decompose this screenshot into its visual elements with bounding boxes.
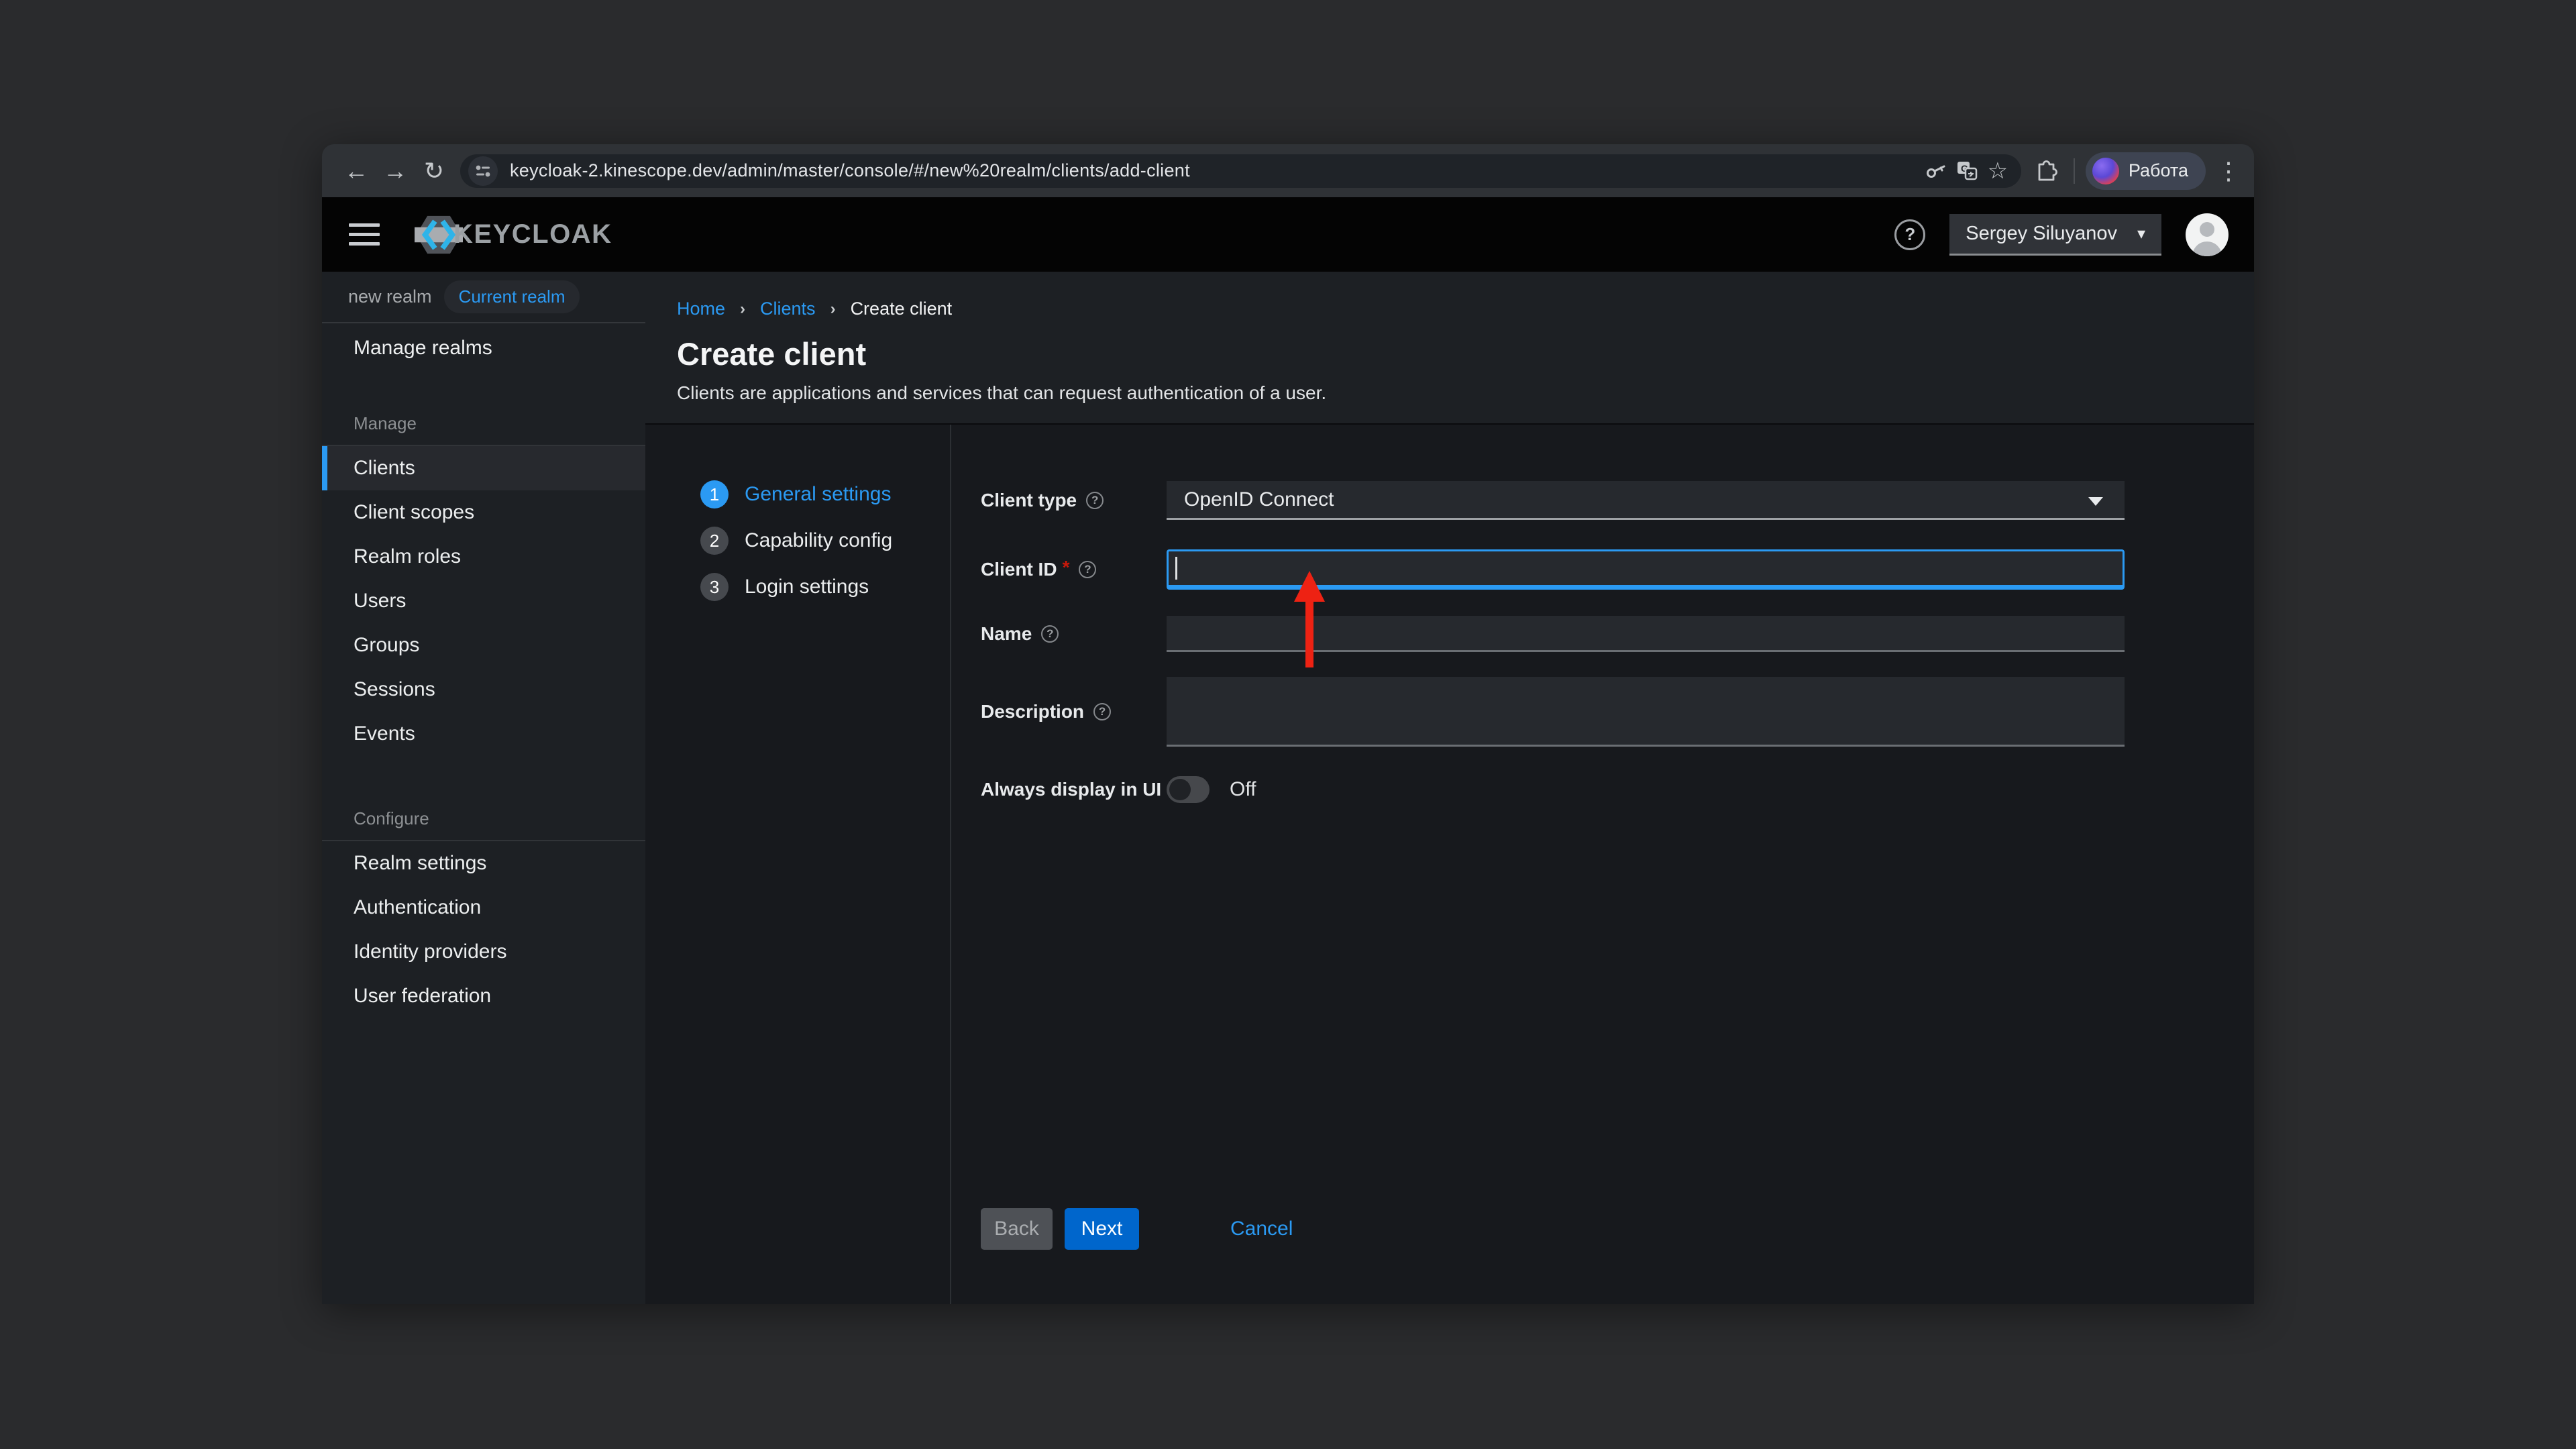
client-type-value: OpenID Connect	[1184, 488, 1334, 511]
toolbar-separator	[2074, 158, 2075, 184]
address-bar[interactable]: keycloak-2.kinescope.dev/admin/master/co…	[460, 154, 2021, 188]
browser-menu-icon[interactable]: ⋮	[2216, 157, 2239, 185]
page-header: Home › Clients › Create client Create cl…	[645, 272, 2254, 425]
breadcrumb-home[interactable]: Home	[677, 299, 725, 319]
browser-back-icon[interactable]: ←	[337, 157, 376, 185]
profile-avatar	[2092, 158, 2119, 184]
browser-toolbar: ← → ↻ keycloak-2.kinescope.dev/admin/mas…	[322, 144, 2254, 197]
sidebar-item-users[interactable]: Users	[322, 579, 645, 623]
step-label: General settings	[745, 483, 891, 506]
browser-forward-icon[interactable]: →	[376, 157, 415, 185]
wizard-step-general-settings[interactable]: 1 General settings	[645, 480, 950, 508]
form-actions: Back Next Cancel	[981, 1208, 2125, 1250]
help-icon[interactable]: ?	[1894, 219, 1925, 250]
toggle-state-label: Off	[1230, 778, 1256, 801]
required-asterisk: *	[1063, 557, 1070, 578]
user-avatar[interactable]	[2186, 213, 2229, 256]
description-label: Description ?	[981, 701, 1167, 722]
main-content: Home › Clients › Create client Create cl…	[645, 272, 2254, 1304]
realm-selector[interactable]: new realm Current realm	[322, 272, 645, 323]
url-text[interactable]: keycloak-2.kinescope.dev/admin/master/co…	[510, 160, 1921, 181]
sidebar-item-authentication[interactable]: Authentication	[322, 885, 645, 930]
sidebar-item-realm-settings[interactable]: Realm settings	[322, 841, 645, 885]
description-textarea[interactable]	[1167, 677, 2125, 747]
always-display-toggle[interactable]	[1167, 776, 1210, 803]
sidebar-item-client-scopes[interactable]: Client scopes	[322, 490, 645, 535]
toggle-knob	[1169, 779, 1191, 800]
client-id-help-icon[interactable]: ?	[1079, 561, 1096, 578]
sidebar-item-user-federation[interactable]: User federation	[322, 974, 645, 1018]
keycloak-logo[interactable]: KEYCLOAK	[415, 211, 612, 259]
brand-text: KEYCLOAK	[453, 219, 612, 250]
client-type-select[interactable]: OpenID Connect	[1167, 481, 2125, 520]
name-label: Name ?	[981, 623, 1167, 645]
select-caret-icon	[2088, 497, 2103, 506]
masthead: KEYCLOAK ? Sergey Siluyanov ▾	[322, 197, 2254, 272]
user-name: Sergey Siluyanov	[1966, 223, 2117, 245]
breadcrumb-current: Create client	[851, 299, 953, 319]
browser-reload-icon[interactable]: ↻	[415, 157, 453, 185]
breadcrumb: Home › Clients › Create client	[677, 299, 2254, 319]
desktop: { "browser": { "url": "keycloak-2.kinesc…	[0, 0, 2576, 1449]
page-subtitle: Clients are applications and services th…	[677, 382, 2254, 404]
profile-name: Работа	[2129, 160, 2188, 181]
sidebar-item-sessions[interactable]: Sessions	[322, 667, 645, 712]
password-key-icon[interactable]	[1921, 159, 1951, 183]
wizard-step-capability-config[interactable]: 2 Capability config	[645, 527, 950, 555]
text-cursor	[1175, 557, 1177, 580]
nav-toggle-icon[interactable]	[349, 223, 380, 246]
translate-icon[interactable]: G	[1951, 159, 1982, 183]
bookmark-star-icon[interactable]: ☆	[1982, 158, 2013, 184]
nav-group-configure: Configure	[322, 808, 645, 840]
realm-name: new realm	[348, 286, 432, 307]
wizard-step-login-settings[interactable]: 3 Login settings	[645, 573, 950, 601]
sidebar-item-manage-realms[interactable]: Manage realms	[322, 323, 645, 373]
breadcrumb-chevron-icon: ›	[740, 300, 745, 319]
pointer-arrow-shaft	[1305, 599, 1313, 667]
nav-group-manage: Manage	[322, 413, 645, 445]
client-type-help-icon[interactable]: ?	[1086, 492, 1104, 509]
sidebar-item-events[interactable]: Events	[322, 712, 645, 756]
current-realm-badge: Current realm	[444, 280, 580, 313]
step-label: Capability config	[745, 529, 892, 552]
step-number: 1	[700, 480, 729, 508]
sidebar-item-realm-roles[interactable]: Realm roles	[322, 535, 645, 579]
sidebar-item-groups[interactable]: Groups	[322, 623, 645, 667]
wizard-nav: 1 General settings 2 Capability config 3…	[645, 425, 951, 1304]
step-number: 3	[700, 573, 729, 601]
next-button[interactable]: Next	[1065, 1208, 1139, 1250]
client-type-label: Client type ?	[981, 490, 1167, 511]
breadcrumb-clients[interactable]: Clients	[760, 299, 816, 319]
sidebar-item-clients[interactable]: Clients	[322, 446, 645, 490]
browser-profile-chip[interactable]: Работа	[2086, 152, 2206, 190]
site-settings-icon[interactable]	[468, 156, 498, 186]
client-id-label: Client ID * ?	[981, 559, 1167, 580]
always-display-label: Always display in UI ?	[981, 779, 1167, 800]
user-menu-button[interactable]: Sergey Siluyanov ▾	[1949, 214, 2161, 256]
description-help-icon[interactable]: ?	[1093, 703, 1111, 720]
name-help-icon[interactable]: ?	[1041, 625, 1059, 643]
step-label: Login settings	[745, 576, 869, 598]
step-number: 2	[700, 527, 729, 555]
sidebar-item-identity-providers[interactable]: Identity providers	[322, 930, 645, 974]
cancel-link[interactable]: Cancel	[1230, 1218, 1293, 1240]
extensions-puzzle-icon[interactable]	[2032, 158, 2063, 184]
sidebar: new realm Current realm Manage realms Ma…	[322, 272, 645, 1304]
back-button[interactable]: Back	[981, 1208, 1053, 1250]
page-title: Create client	[677, 335, 2254, 372]
breadcrumb-chevron-icon: ›	[830, 300, 836, 319]
chevron-down-icon: ▾	[2137, 224, 2145, 244]
create-client-form: Client type ? OpenID Connect Client ID *	[951, 425, 2254, 1304]
browser-window: ← → ↻ keycloak-2.kinescope.dev/admin/mas…	[322, 144, 2254, 1304]
pointer-arrow-head	[1294, 571, 1325, 602]
